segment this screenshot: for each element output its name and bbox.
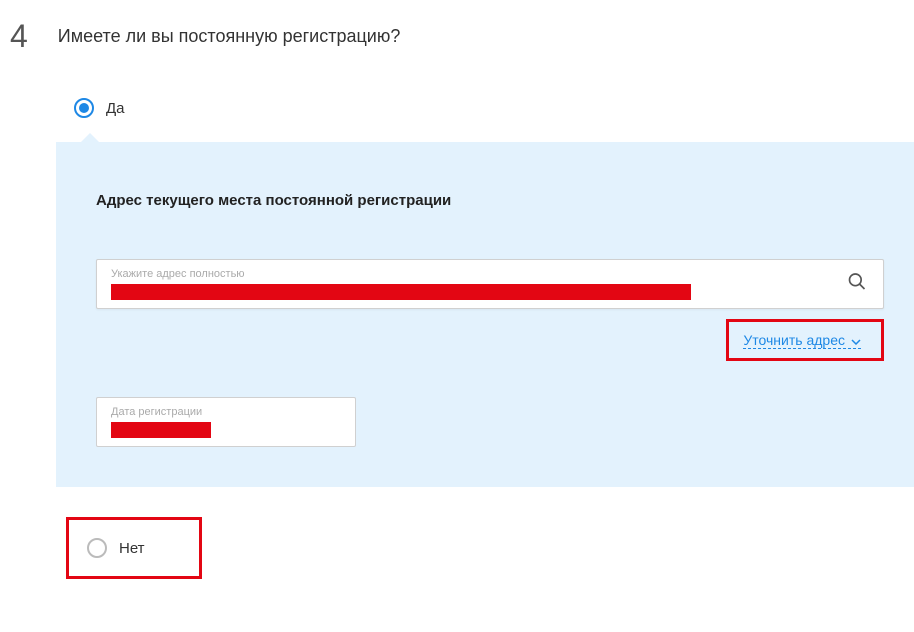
address-input-group[interactable]: Укажите адрес полностью (96, 259, 884, 309)
panel-arrow-icon (80, 133, 100, 143)
address-label: Укажите адрес полностью (111, 268, 833, 280)
panel-wrapper: Адрес текущего места постоянной регистра… (66, 142, 904, 487)
date-label: Дата регистрации (111, 406, 341, 418)
no-section: Нет (66, 517, 904, 579)
search-icon[interactable] (847, 272, 867, 297)
refine-row: Уточнить адрес (96, 319, 884, 361)
highlight-no: Нет (66, 517, 202, 579)
chevron-down-icon (851, 332, 861, 348)
radio-unchecked-icon (87, 538, 107, 558)
registration-panel: Адрес текущего места постоянной регистра… (56, 142, 914, 487)
radio-option-yes[interactable]: Да (66, 92, 904, 124)
step-title: Имеете ли вы постоянную регистрацию? (58, 26, 401, 47)
radio-label-no: Нет (119, 540, 145, 557)
step-body: Да Адрес текущего места постоянной регис… (66, 92, 904, 487)
radio-checked-icon (74, 98, 94, 118)
highlight-refine: Уточнить адрес (726, 319, 884, 361)
panel-title: Адрес текущего места постоянной регистра… (96, 192, 884, 209)
refine-address-text: Уточнить адрес (743, 332, 845, 348)
radio-label-yes: Да (106, 100, 125, 117)
refine-address-link[interactable]: Уточнить адрес (743, 332, 861, 349)
radio-option-no[interactable]: Нет (79, 532, 153, 564)
address-value-redacted (111, 284, 691, 300)
step-number: 4 (10, 20, 28, 52)
date-input-group[interactable]: Дата регистрации (96, 397, 356, 447)
step-header: 4 Имеете ли вы постоянную регистрацию? (10, 20, 904, 52)
date-value-redacted (111, 422, 211, 438)
step-container: 4 Имеете ли вы постоянную регистрацию? Д… (0, 0, 914, 599)
